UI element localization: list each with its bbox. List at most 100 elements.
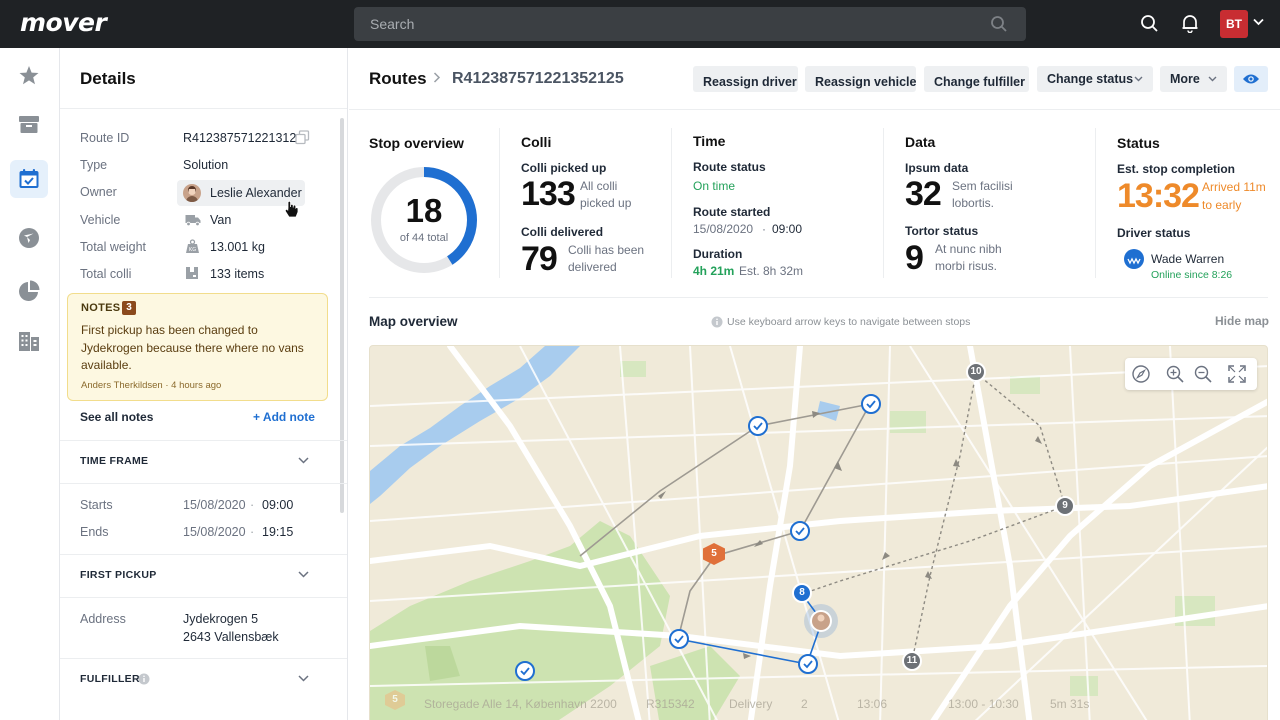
- tortor-status-desc-2: morbi risus.: [935, 259, 998, 273]
- change-fulfiller-button[interactable]: Change fulfiller: [924, 66, 1029, 92]
- first-pickup-section-title[interactable]: FIRST PICKUP: [80, 569, 157, 581]
- route-started-date: 15/08/2020: [693, 222, 754, 236]
- compass-icon[interactable]: [1131, 364, 1151, 384]
- map-stop-completed[interactable]: [861, 394, 881, 414]
- info-icon[interactable]: [138, 673, 150, 685]
- watch-button[interactable]: [1234, 66, 1268, 92]
- more-button[interactable]: More: [1160, 66, 1227, 92]
- breadcrumb-routes[interactable]: Routes: [369, 69, 427, 89]
- colli-picked-value: 133: [521, 175, 576, 213]
- note-time: 4 hours ago: [171, 380, 222, 391]
- divider: [60, 554, 347, 555]
- map-stop-current[interactable]: 8: [792, 583, 812, 603]
- est-completion-desc-2: to early: [1202, 198, 1242, 212]
- search-icon[interactable]: [1140, 14, 1159, 33]
- divider: [60, 440, 347, 441]
- map-stop-completed[interactable]: [748, 416, 768, 436]
- bell-icon[interactable]: [1181, 14, 1199, 33]
- owner-name: Leslie Alexander: [210, 186, 302, 200]
- colli-delivered-desc-1: Colli has been: [568, 243, 645, 257]
- nav-rail: [0, 48, 60, 720]
- starts-time: 09:00: [262, 498, 294, 512]
- status-title: Status: [1117, 135, 1160, 151]
- type-value: Solution: [183, 158, 229, 172]
- route-map[interactable]: 10 9 11 8 5 5 Storegade Alle 14, Københa…: [369, 345, 1268, 720]
- chevron-down-icon[interactable]: [298, 457, 309, 464]
- change-status-button[interactable]: Change status: [1037, 66, 1153, 92]
- driver-online-since: Online since 8:26: [1151, 269, 1233, 281]
- hide-map-link[interactable]: Hide map: [1215, 314, 1269, 328]
- colli-title: Colli: [521, 134, 552, 150]
- map-stop-pending[interactable]: 9: [1055, 496, 1075, 516]
- map-stop-pending[interactable]: 10: [966, 362, 986, 382]
- divider: [499, 128, 500, 278]
- search-input[interactable]: Search: [354, 7, 1026, 41]
- buildings-icon[interactable]: [16, 328, 42, 354]
- map-stop-completed[interactable]: [669, 629, 689, 649]
- divider: [671, 128, 672, 278]
- notes-count-badge: 3: [122, 301, 136, 315]
- stop-row-window: 13:00 - 10:30: [948, 697, 1019, 711]
- route-started-time: 09:00: [772, 222, 803, 236]
- see-all-notes-link[interactable]: See all notes: [80, 410, 153, 424]
- map-stop-completed[interactable]: [515, 661, 535, 681]
- notes-title: NOTES: [81, 302, 121, 314]
- hand-cursor-icon: [284, 200, 299, 218]
- map-keyboard-hint: Use keyboard arrow keys to navigate betw…: [727, 316, 971, 328]
- map-stop-pending[interactable]: 11: [902, 651, 922, 671]
- chevron-right-icon: [433, 72, 441, 83]
- zoom-out-icon[interactable]: [1193, 364, 1213, 384]
- map-stop-completed[interactable]: [790, 521, 810, 541]
- route-started-label: Route started: [693, 205, 771, 219]
- est-completion-desc-1: Arrived 11m: [1202, 180, 1266, 194]
- reassign-driver-button[interactable]: Reassign driver: [693, 66, 798, 92]
- driver-avatar[interactable]: [1124, 249, 1144, 269]
- note-text: First pickup has been changed to Jydekro…: [81, 323, 304, 372]
- package-icon: [186, 267, 198, 279]
- vehicle-value: Van: [210, 213, 232, 227]
- chevron-down-icon[interactable]: [1253, 18, 1264, 26]
- time-frame-section-title[interactable]: TIME FRAME: [80, 455, 148, 467]
- est-completion-label: Est. stop completion: [1117, 162, 1236, 176]
- box-icon[interactable]: [16, 111, 42, 137]
- calendar-check-icon[interactable]: [16, 166, 42, 192]
- route-id-label: Route ID: [80, 131, 130, 145]
- stops-total: of 44 total: [399, 232, 449, 244]
- fulfiller-section-title[interactable]: FULFILLER: [80, 673, 140, 685]
- chevron-down-icon[interactable]: [298, 571, 309, 578]
- duration-value: 4h 21m: [693, 264, 735, 278]
- driver-location-marker[interactable]: [804, 604, 838, 638]
- divider: [60, 597, 347, 598]
- duration-label: Duration: [693, 247, 743, 261]
- svg-text:KG: KG: [189, 247, 196, 253]
- map-stop-completed[interactable]: [798, 654, 818, 674]
- fullscreen-icon[interactable]: [1227, 364, 1247, 384]
- stop-row-colli: 2: [801, 697, 808, 711]
- user-avatar[interactable]: BT: [1220, 10, 1248, 38]
- colli-picked-desc-1: All colli: [580, 179, 618, 193]
- divider: [883, 128, 884, 278]
- add-note-link[interactable]: + Add note: [253, 410, 315, 424]
- stop-list-row[interactable]: 5 Storegade Alle 14, København 2200 R315…: [370, 680, 1267, 720]
- route-id-value: R412387571221312..: [183, 131, 304, 145]
- notes-card[interactable]: NOTES 3 First pickup has been changed to…: [67, 293, 328, 401]
- pie-chart-icon[interactable]: [16, 278, 42, 304]
- star-icon[interactable]: [16, 63, 42, 89]
- mover-logo[interactable]: mover: [20, 8, 107, 37]
- reassign-vehicle-button[interactable]: Reassign vehicle: [805, 66, 916, 92]
- details-panel: Details Route ID R412387571221312.. Type…: [60, 48, 348, 720]
- zoom-in-icon[interactable]: [1165, 364, 1185, 384]
- total-weight-label: Total weight: [80, 240, 147, 254]
- details-scrollbar[interactable]: [340, 118, 344, 513]
- chevron-down-icon[interactable]: [298, 675, 309, 682]
- copy-icon[interactable]: [295, 130, 310, 145]
- chevron-down-icon: [1208, 76, 1217, 82]
- dot-separator: ·: [250, 498, 255, 512]
- stop-row-route: R315342: [646, 697, 695, 711]
- address-line-2: 2643 Vallensbæk: [183, 630, 279, 644]
- stop-row-time: 13:06: [857, 697, 888, 711]
- starts-label: Starts: [80, 498, 113, 512]
- dot-separator: ·: [250, 525, 255, 539]
- total-colli-label: Total colli: [80, 267, 132, 281]
- navigation-icon[interactable]: [16, 225, 42, 251]
